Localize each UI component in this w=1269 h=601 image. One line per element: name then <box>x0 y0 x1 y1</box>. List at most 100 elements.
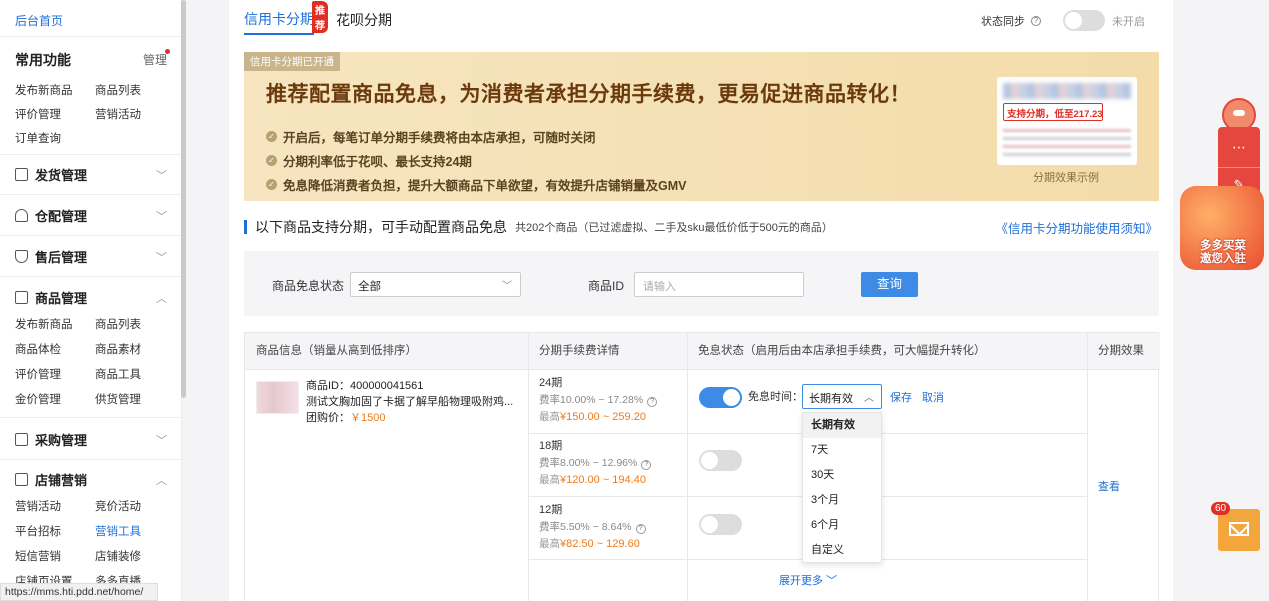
help-icon[interactable]: ? <box>635 524 646 534</box>
sync-toggle[interactable] <box>1063 10 1105 31</box>
sidebar-group-purchase[interactable]: 采购管理 ﹀ <box>15 430 167 449</box>
mail-button[interactable]: 60 <box>1211 502 1260 551</box>
shield-icon <box>15 250 28 263</box>
expand-more-button[interactable]: 展开更多 ﹀ <box>779 572 837 588</box>
interest-free-toggle-24[interactable] <box>699 387 742 408</box>
product-id-input[interactable]: 请输入 <box>634 272 804 297</box>
section-subtitle: 共202个商品（已过滤虚拟、二手及sku最低价低于500元的商品） <box>515 222 833 234</box>
save-button[interactable]: 保存 <box>890 389 912 405</box>
group-label: 采购管理 <box>35 433 88 448</box>
goods-icon <box>15 291 28 304</box>
max-label: 最高 <box>539 474 560 486</box>
sidebar-home-link[interactable]: 后台首页 <box>15 12 63 29</box>
divider <box>1087 333 1088 601</box>
sidebar-item-marketing[interactable]: 营销活动 <box>15 498 95 514</box>
common-functions: 常用功能 管理 发布新商品 商品列表 评价管理 营销活动 订单查询 <box>15 49 170 146</box>
free-time-select[interactable]: 长期有效 ︿ <box>802 384 882 409</box>
sidebar: 后台首页 常用功能 管理 发布新商品 商品列表 评价管理 营销活动 订单查询 发… <box>0 0 182 601</box>
mail-count-badge: 60 <box>1211 502 1231 515</box>
manage-button[interactable]: 管理 <box>142 49 170 68</box>
query-button[interactable]: 查询 <box>861 272 918 297</box>
sidebar-item-sms[interactable]: 短信营销 <box>15 548 95 564</box>
group-label: 售后管理 <box>35 250 88 265</box>
store-icon <box>15 473 28 486</box>
sync-label: 状态同步 <box>981 15 1025 28</box>
divider <box>0 194 181 195</box>
divider <box>0 459 181 460</box>
example-caption: 分期效果示例 <box>1033 172 1099 184</box>
product-info: 商品ID：400000041561 测试文胸加固了卡据了解早船物理吸附鸡... … <box>306 378 521 426</box>
accent-bar <box>244 220 247 234</box>
usage-notice-link[interactable]: 《信用卡分期功能使用须知》 <box>995 218 1158 237</box>
status-select[interactable]: 全部 ﹀ <box>350 272 521 297</box>
help-icon[interactable]: ? <box>641 460 652 470</box>
sidebar-item-supply[interactable]: 供货管理 <box>95 391 175 407</box>
interest-free-toggle-12[interactable] <box>699 514 742 535</box>
check-icon: ✓ <box>266 154 277 166</box>
sidebar-item-goods-material[interactable]: 商品素材 <box>95 341 175 357</box>
sidebar-item-reviews[interactable]: 评价管理 <box>15 366 95 382</box>
sidebar-item-goods-list[interactable]: 商品列表 <box>95 82 175 98</box>
option-6-months[interactable]: 6个月 <box>803 513 881 538</box>
free-time-label: 免息时间： <box>748 391 803 403</box>
banner-point: ✓ 分期利率低于花呗、最长支持24期 <box>266 148 686 172</box>
sidebar-item-goods-check[interactable]: 商品体检 <box>15 341 95 357</box>
sidebar-item-marketing-tools[interactable]: 营销工具 <box>95 523 175 539</box>
interest-free-toggle-18[interactable] <box>699 450 742 471</box>
goods-table: 商品信息（销量从高到低排序） 分期手续费详情 免息状态（启用后由本店承担手续费，… <box>244 332 1160 601</box>
term-max: 最高¥82.50 ~ 129.60 <box>539 536 646 553</box>
option-3-months[interactable]: 3个月 <box>803 488 881 513</box>
tab-credit-card[interactable]: 信用卡分期 推荐 <box>244 1 328 35</box>
help-icon[interactable]: ? <box>647 397 658 407</box>
filter-panel: 商品免息状态 全部 ﹀ 商品ID 请输入 查询 <box>244 251 1159 316</box>
divider <box>528 333 529 601</box>
store-submenu: 营销活动 竞价活动 平台招标 营销工具 短信营销 店铺装修 店铺页设置 多多直播 <box>15 486 167 589</box>
help-icon[interactable]: ? <box>1031 15 1041 26</box>
sidebar-item-tender[interactable]: 平台招标 <box>15 523 95 539</box>
sidebar-item-publish[interactable]: 发布新商品 <box>15 82 95 98</box>
banner-points: ✓ 开启后，每笔订单分期手续费将由本店承担，可随时关闭 ✓ 分期利率低于花呗、最长支… <box>266 124 686 196</box>
manage-label: 管理 <box>142 53 167 67</box>
sidebar-item-reviews[interactable]: 评价管理 <box>15 106 95 122</box>
option-7-days[interactable]: 7天 <box>803 438 881 463</box>
term-row: 18期 费率8.00% ~ 12.96%? 最高¥120.00 ~ 194.40 <box>539 438 652 489</box>
section-header: 以下商品支持分期，可手动配置商品免息 共202个商品（已过滤虚拟、二手及sku最… <box>244 217 833 237</box>
group-label: 仓配管理 <box>35 209 88 224</box>
option-30-days[interactable]: 30天 <box>803 463 881 488</box>
sidebar-group-warehouse[interactable]: 仓配管理 ﹀ <box>15 206 167 225</box>
product-id: 商品ID：400000041561 <box>306 380 424 392</box>
view-effect-link[interactable]: 查看 <box>1098 478 1120 494</box>
chevron-down-icon: ﹀ <box>156 251 167 264</box>
cancel-button[interactable]: 取消 <box>922 389 944 405</box>
max-value: ¥150.00 ~ 259.20 <box>560 411 646 423</box>
option-long-term[interactable]: 长期有效 <box>803 413 881 438</box>
tab-huabei[interactable]: 花呗分期 <box>336 10 392 30</box>
sidebar-item-goods-tools[interactable]: 商品工具 <box>95 366 175 382</box>
product-thumbnail <box>256 381 299 414</box>
option-custom[interactable]: 自定义 <box>803 538 881 563</box>
free-time-dropdown: 长期有效 7天 30天 3个月 6个月 自定义 <box>802 412 882 563</box>
id-filter-label: 商品ID <box>588 279 625 293</box>
sidebar-scrollbar[interactable] <box>181 0 186 398</box>
sidebar-item-decoration[interactable]: 店铺装修 <box>95 548 175 564</box>
banner-tag: 信用卡分期已开通 <box>244 52 340 71</box>
chevron-down-icon: ﹀ <box>156 210 167 223</box>
sidebar-item-bidding[interactable]: 竞价活动 <box>95 498 175 514</box>
promo-text[interactable]: 多多买菜 邀您入驻 <box>1184 240 1262 266</box>
rate-text: 费率10.00% ~ 17.28% <box>539 394 644 406</box>
sidebar-item-publish[interactable]: 发布新商品 <box>15 316 95 332</box>
sidebar-item-gold-price[interactable]: 金价管理 <box>15 391 95 407</box>
sidebar-group-shipping[interactable]: 发货管理 ﹀ <box>15 165 167 184</box>
product-name: 测试文胸加固了卡据了解早船物理吸附鸡... <box>306 396 514 408</box>
divider <box>0 276 181 277</box>
sidebar-item-orders[interactable]: 订单查询 <box>15 130 95 146</box>
expand-more-label: 展开更多 <box>779 575 823 587</box>
point-text: 分期利率低于花呗、最长支持24期 <box>283 154 472 169</box>
divider <box>0 235 181 236</box>
point-text: 免息降低消费者负担，提升大额商品下单欲望，有效提升店铺销量及GMV <box>283 178 687 193</box>
chat-icon[interactable]: ⋯ <box>1218 127 1260 167</box>
column-header: 免息状态（启用后由本店承担手续费，可大幅提升转化） <box>687 333 1087 370</box>
sidebar-group-aftersale[interactable]: 售后管理 ﹀ <box>15 247 167 266</box>
sidebar-item-marketing[interactable]: 营销活动 <box>95 106 175 122</box>
sidebar-item-goods-list[interactable]: 商品列表 <box>95 316 175 332</box>
